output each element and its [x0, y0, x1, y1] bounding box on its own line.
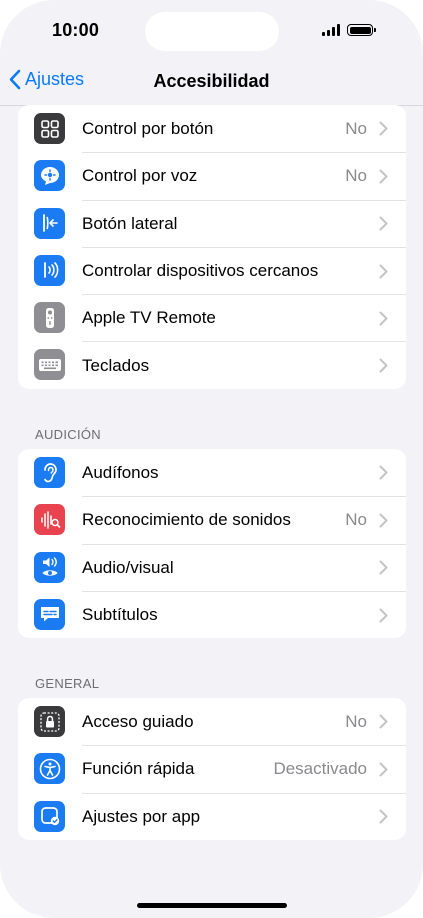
tv-remote-icon [34, 302, 65, 334]
nearby-devices-icon [34, 254, 65, 286]
chevron-right-icon [379, 809, 388, 824]
chevron-right-icon [379, 608, 388, 623]
row-controlar-dispositivos-cercanos[interactable]: Controlar dispositivos cercanos [18, 246, 406, 294]
row-value: No [345, 166, 367, 186]
row-label: Acceso guiado [82, 711, 194, 731]
row-value: No [345, 510, 367, 530]
chevron-right-icon [379, 216, 388, 231]
cellular-signal-icon [322, 24, 340, 36]
row-value: No [345, 711, 367, 731]
row-label: Subtítulos [82, 605, 158, 625]
row-teclados[interactable]: Teclados [18, 341, 406, 388]
chevron-right-icon [379, 264, 388, 279]
per-app-settings-icon [34, 800, 65, 832]
row-value: Desactivado [273, 759, 367, 779]
chevron-right-icon [379, 169, 388, 184]
dynamic-island [145, 12, 279, 51]
row-label: Controlar dispositivos cercanos [82, 261, 319, 281]
chevron-right-icon [379, 560, 388, 575]
navigation-bar: Ajustes Accesibilidad [0, 55, 423, 106]
row-subtitulos[interactable]: Subtítulos [18, 590, 406, 638]
ear-icon [34, 457, 65, 488]
row-label: Reconocimiento de sonidos [82, 510, 291, 530]
row-label: Control por botón [82, 118, 214, 138]
group-interaction: Control por botón No Control por voz No … [18, 105, 406, 389]
accessibility-shortcut-icon [34, 753, 65, 785]
chevron-right-icon [379, 465, 388, 480]
row-label: Función rápida [82, 759, 195, 779]
row-ajustes-por-app[interactable]: Ajustes por app [18, 792, 406, 840]
row-label: Botón lateral [82, 213, 178, 233]
page-title: Accesibilidad [153, 71, 270, 91]
voice-control-icon [34, 160, 65, 192]
switch-control-icon [34, 113, 65, 144]
chevron-right-icon [379, 513, 388, 528]
guided-access-icon [34, 706, 65, 737]
side-button-icon [34, 207, 65, 239]
row-value: No [345, 118, 367, 138]
row-control-por-boton[interactable]: Control por botón No [18, 105, 406, 152]
row-audifonos[interactable]: Audífonos [18, 449, 406, 496]
row-audio-visual[interactable]: Audio/visual [18, 543, 406, 591]
chevron-right-icon [379, 714, 388, 729]
row-label: Ajustes por app [82, 806, 201, 826]
sound-recognition-icon [34, 504, 65, 536]
home-indicator[interactable] [137, 903, 287, 908]
status-icons [322, 24, 376, 36]
battery-icon [347, 24, 376, 36]
row-reconocimiento-de-sonidos[interactable]: Reconocimiento de sonidos No [18, 496, 406, 543]
row-label: Control por voz [82, 166, 198, 186]
row-apple-tv-remote[interactable]: Apple TV Remote [18, 294, 406, 341]
row-label: Audio/visual [82, 557, 174, 577]
group-general: Acceso guiado No Función rápida Desactiv… [18, 698, 406, 840]
row-label: Audífonos [82, 462, 159, 482]
group-audicion: Audífonos Reconocimiento de sonidos No A… [18, 449, 406, 639]
audio-visual-icon [34, 551, 65, 583]
chevron-right-icon [379, 762, 388, 777]
row-control-por-voz[interactable]: Control por voz No [18, 152, 406, 199]
row-label: Teclados [82, 355, 150, 375]
section-header-audicion: AUDICIÓN [35, 427, 101, 442]
chevron-right-icon [379, 358, 388, 373]
row-acceso-guiado[interactable]: Acceso guiado No [18, 698, 406, 745]
subtitles-icon [34, 598, 65, 630]
chevron-right-icon [379, 121, 388, 136]
phone-screen: 10:00 Ajustes Accesibilidad Control por … [0, 0, 423, 918]
keyboard-icon [34, 349, 65, 381]
row-funcion-rapida[interactable]: Función rápida Desactivado [18, 745, 406, 792]
chevron-right-icon [379, 311, 388, 326]
row-label: Apple TV Remote [82, 308, 216, 328]
row-boton-lateral[interactable]: Botón lateral [18, 199, 406, 247]
section-header-general: GENERAL [35, 676, 100, 691]
status-time: 10:00 [52, 20, 100, 40]
